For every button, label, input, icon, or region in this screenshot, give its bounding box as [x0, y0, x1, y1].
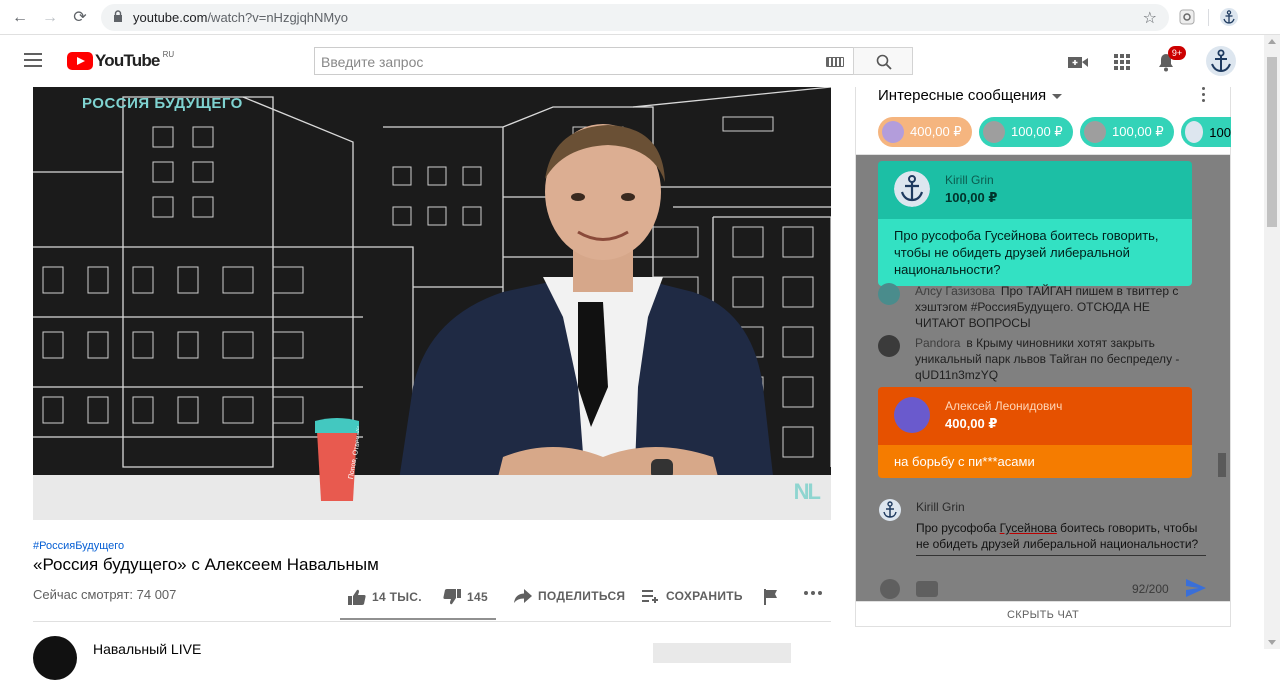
chat-messages[interactable]: Kirill Grin 100,00 ₽ Про русофоба Гусейн…: [856, 155, 1230, 601]
scroll-down-icon[interactable]: [1268, 640, 1276, 645]
reload-icon[interactable]: ⟳: [70, 8, 90, 28]
address-bar[interactable]: youtube.com/watch?v=nHzgjqhNMyo ☆: [101, 4, 1169, 31]
scroll-thumb[interactable]: [1267, 57, 1277, 227]
ticker-chip[interactable]: 100: [1181, 117, 1231, 147]
video-player[interactable]: РОССИЯ БУДУЩЕГО Попов, Отвечай! NL: [33, 87, 831, 520]
chat-message-input[interactable]: Про русофоба Гусейнова боитесь говорить,…: [916, 520, 1206, 556]
youtube-logo[interactable]: YouTube RU: [67, 50, 174, 71]
chat-more-icon[interactable]: [1202, 87, 1206, 103]
super-chat-money-icon[interactable]: [916, 581, 938, 597]
channel-avatar[interactable]: [33, 636, 77, 680]
video-frame-illustration: [33, 87, 831, 520]
like-button[interactable]: 14 ТЫС.: [348, 589, 422, 605]
ticker-chip[interactable]: 100,00 ₽: [979, 117, 1073, 147]
superchat-card[interactable]: Алексей Леонидович 400,00 ₽ на борьбу с …: [878, 387, 1192, 478]
author-avatar: [878, 283, 900, 305]
youtube-header: YouTube RU Введите запрос 9+: [0, 35, 1264, 87]
play-logo-icon: [67, 52, 93, 70]
search-icon: [876, 54, 892, 70]
live-chat-panel: Интересные сообщения 400,00 ₽ 100,00 ₽ 1…: [855, 87, 1231, 627]
ticker-avatar: [882, 121, 904, 143]
playlist-add-icon: [642, 590, 658, 603]
ticker-avatar: [1185, 121, 1204, 143]
share-button[interactable]: ПОДЕЛИТЬСЯ: [514, 589, 625, 603]
profile-anchor-icon[interactable]: [1220, 8, 1238, 26]
thumbs-up-icon: [348, 589, 366, 605]
ticker-chip[interactable]: 100,00 ₽: [1080, 117, 1174, 147]
author-avatar: [894, 397, 930, 433]
emoji-icon[interactable]: [880, 579, 900, 599]
coffee-cup-image: Попов, Отвечай!: [315, 418, 359, 501]
menu-icon[interactable]: [24, 53, 42, 67]
send-icon[interactable]: [1186, 579, 1206, 597]
toolbar-separator: [1208, 9, 1209, 26]
bookmark-star-icon[interactable]: ☆: [1143, 8, 1157, 28]
chat-header: Интересные сообщения 400,00 ₽ 100,00 ₽ 1…: [856, 87, 1231, 155]
apps-grid-icon[interactable]: [1111, 51, 1133, 73]
viewer-count: Сейчас смотрят: 74 007: [33, 587, 177, 602]
back-icon[interactable]: ←: [10, 8, 30, 28]
search-input[interactable]: Введите запрос: [314, 47, 854, 75]
keyboard-icon[interactable]: [826, 57, 844, 67]
ticker-avatar: [983, 121, 1005, 143]
scroll-up-icon[interactable]: [1268, 39, 1276, 44]
like-ratio-bar: [340, 618, 496, 620]
video-title: «Россия будущего» с Алексеем Навальным: [33, 555, 379, 574]
save-button[interactable]: СОХРАНИТЬ: [642, 589, 743, 603]
chat-mode-selector[interactable]: Интересные сообщения: [878, 87, 1063, 104]
url-text: youtube.com/watch?v=nHzgjqhNMyo: [133, 10, 348, 25]
create-video-icon[interactable]: [1067, 51, 1089, 73]
chat-input-area: Kirill Grin Про русофоба Гусейнова боите…: [856, 485, 1230, 601]
chat-message[interactable]: Pandora в Крыму чиновники хотят закрыть у…: [878, 335, 1198, 383]
lock-icon: [114, 10, 122, 22]
thumbs-down-icon: [443, 589, 461, 605]
extension-icon[interactable]: [1178, 8, 1196, 26]
chat-scrollbar[interactable]: [1218, 453, 1226, 477]
character-counter: 92/200: [1132, 582, 1169, 596]
account-avatar[interactable]: [1206, 46, 1236, 76]
channel-watermark-logo: NL: [793, 479, 821, 504]
report-flag-icon[interactable]: [764, 589, 784, 605]
section-divider: [33, 621, 831, 622]
dislike-button[interactable]: 145: [443, 589, 488, 605]
author-avatar: [894, 171, 930, 207]
my-avatar: [879, 499, 901, 521]
browser-toolbar: ← → ⟳ youtube.com/watch?v=nHzgjqhNMyo ☆: [0, 0, 1280, 35]
video-overlay-title: РОССИЯ БУДУЩЕГО: [82, 95, 243, 112]
more-actions-icon[interactable]: [804, 589, 828, 595]
channel-name[interactable]: Навальный LIVE: [93, 641, 201, 657]
subscribe-area[interactable]: [653, 643, 791, 663]
author-avatar: [878, 335, 900, 357]
forward-icon[interactable]: →: [40, 8, 60, 28]
share-icon: [514, 589, 532, 603]
video-hashtag-link[interactable]: #РоссияБудущего: [33, 540, 124, 552]
chat-message[interactable]: Алсу Газизова Про ТАЙГАН пишем в твиттер …: [878, 283, 1198, 331]
hide-chat-button[interactable]: СКРЫТЬ ЧАТ: [856, 601, 1230, 627]
page-scrollbar[interactable]: [1264, 35, 1280, 649]
desk-surface: [33, 475, 831, 520]
chevron-down-icon: [1052, 93, 1063, 99]
superchat-card[interactable]: Kirill Grin 100,00 ₽ Про русофоба Гусейн…: [878, 161, 1192, 286]
ticker-avatar: [1084, 121, 1106, 143]
ticker-chip[interactable]: 400,00 ₽: [878, 117, 972, 147]
notification-badge: 9+: [1168, 46, 1186, 60]
search-button[interactable]: [853, 47, 913, 75]
